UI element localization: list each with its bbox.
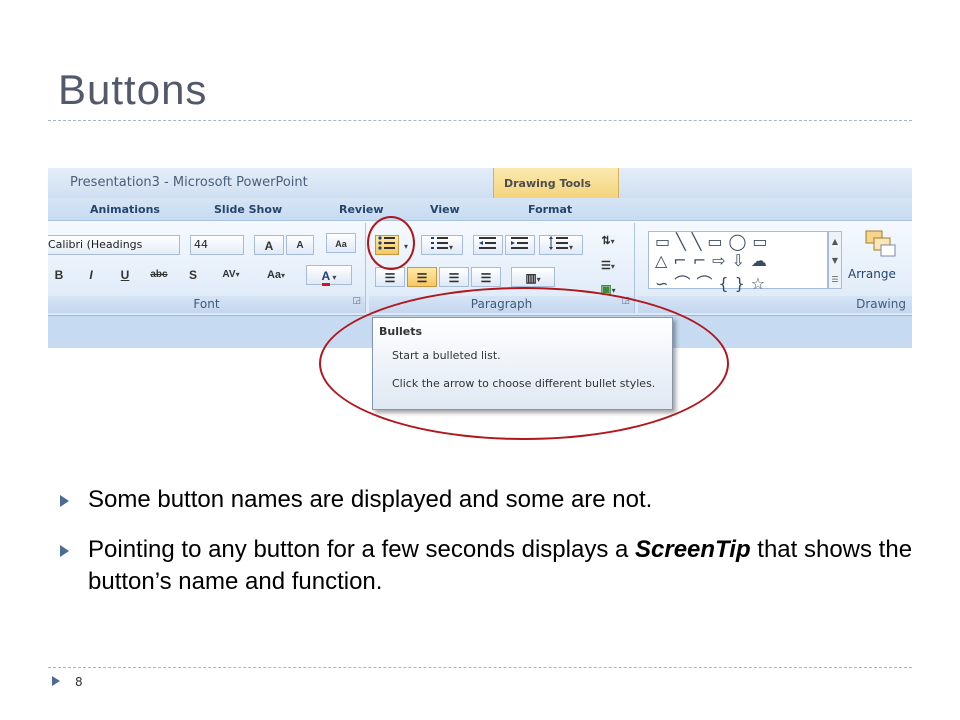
line-spacing-button[interactable]: ▾ [539,235,583,255]
align-right-icon: ☰ [448,271,460,285]
text-direction-icon: ⇅ [601,235,611,247]
numbering-button[interactable]: ▾ [421,235,463,255]
align-text-icon: ☰ [601,260,611,272]
shapes-row-3: ∽⌒⌒{}☆ [655,274,772,293]
align-left-button[interactable]: ☰ [375,267,405,287]
bullet-item: Some button names are displayed and some… [60,484,920,516]
align-right-button[interactable]: ☰ [439,267,469,287]
tab-animations[interactable]: Animations [90,203,160,216]
justify-button[interactable]: ☰ [471,267,501,287]
change-case-icon: Aa [266,269,282,281]
text-shadow-button[interactable]: S [182,265,204,285]
font-name-dropdown[interactable]: Calibri (Headings [48,235,180,255]
bullet-marker-icon [60,545,69,557]
window-title: Presentation3 - Microsoft PowerPoint [70,175,308,190]
gallery-more-icon[interactable]: ☰ [829,270,841,289]
text-direction-button[interactable]: ⇅▾ [591,231,625,251]
grow-font-icon: A [264,239,274,253]
slide-title: Buttons [58,66,208,113]
grow-font-button[interactable]: A [254,235,284,255]
chevron-up-icon[interactable]: ▲ [829,232,841,251]
underline-icon: U [120,268,130,282]
page-marker-icon [52,676,60,686]
title-divider [48,120,912,121]
numbering-icon [430,237,448,249]
character-spacing-icon: AV [222,269,236,280]
font-size-value: 44 [194,238,208,251]
screentip-term: ScreenTip [635,536,751,563]
drawing-group-label-text: Drawing [856,297,906,311]
context-header-label: Drawing Tools [504,177,591,190]
page-number: 8 [75,675,83,689]
chevron-down-icon[interactable]: ▼ [829,251,841,270]
tab-format[interactable]: Format [528,203,572,216]
shapes-gallery-scroll[interactable]: ▲ ▼ ☰ [828,231,842,289]
justify-icon: ☰ [480,271,492,285]
bold-icon: B [54,268,64,282]
decrease-indent-button[interactable] [473,235,503,255]
font-name-value: Calibri (Headings [48,238,143,251]
arrange-icon [865,230,896,257]
font-size-dropdown[interactable]: 44 [190,235,244,255]
shapes-row-1: ▭╲╲▭◯▭ [655,232,774,251]
text-shadow-icon: S [188,268,197,282]
font-color-icon: A [321,269,331,286]
clear-formatting-button[interactable]: Aa [326,233,356,253]
bullet-text: Some button names are displayed and some… [88,486,653,513]
bold-button[interactable]: B [48,265,70,285]
drawing-group: ▭╲╲▭◯▭ △⌐⌐⇨⇩☁ ∽⌒⌒{}☆ ▲ ▼ ☰ Arrange Drawi… [638,223,912,313]
align-left-icon: ☰ [384,271,396,285]
center-button[interactable]: ☰ [407,267,437,287]
increase-indent-icon [511,237,528,249]
strikethrough-icon: abc [150,269,168,280]
underline-button[interactable]: U [114,265,136,285]
columns-button[interactable]: ▥▾ [511,267,555,287]
font-group: Calibri (Headings 44 A A Aa B I U abc S … [48,223,366,313]
drawing-group-label: Drawing [638,296,912,313]
bullets-button-highlight [367,216,415,270]
bullet-list: Some button names are displayed and some… [60,484,920,598]
shrink-font-icon: A [296,240,304,251]
bullet-marker-icon [60,495,69,507]
footer-divider [48,667,912,668]
font-color-button[interactable]: A ▾ [306,265,352,286]
screentip-highlight [319,287,729,440]
bullet-item: Pointing to any button for a few seconds… [60,534,920,598]
tab-review[interactable]: Review [339,203,384,216]
font-dialog-launcher-icon[interactable]: ◲ [352,293,361,310]
window-titlebar: Presentation3 - Microsoft PowerPoint [48,168,912,198]
shapes-row-2: △⌐⌐⇨⇩☁ [655,251,773,270]
align-center-icon: ☰ [416,271,428,285]
tab-slide-show[interactable]: Slide Show [214,203,282,216]
align-text-button[interactable]: ☰▾ [591,255,625,275]
strikethrough-button[interactable]: abc [144,265,174,285]
italic-button[interactable]: I [80,265,102,285]
increase-indent-button[interactable] [505,235,535,255]
shrink-font-button[interactable]: A [286,235,314,255]
character-spacing-button[interactable]: AV▾ [214,265,248,285]
arrange-button[interactable]: Arrange [848,267,896,281]
tab-view[interactable]: View [430,203,460,216]
font-group-label-text: Font [193,297,220,311]
bullet-text-lead: Pointing to any button for a few seconds… [88,536,635,563]
change-case-button[interactable]: Aa▾ [256,265,296,285]
decrease-indent-icon [479,237,496,249]
font-group-label: Font ◲ [48,296,365,313]
italic-icon: I [89,268,93,282]
columns-icon: ▥ [525,271,537,285]
clear-formatting-icon: Aa [335,239,347,249]
drawing-tools-context-header: Drawing Tools [493,168,619,198]
line-spacing-icon [548,236,568,250]
shapes-gallery[interactable]: ▭╲╲▭◯▭ △⌐⌐⇨⇩☁ ∽⌒⌒{}☆ [648,231,828,293]
ribbon-tabs: Animations Slide Show Review View Format [48,198,912,220]
